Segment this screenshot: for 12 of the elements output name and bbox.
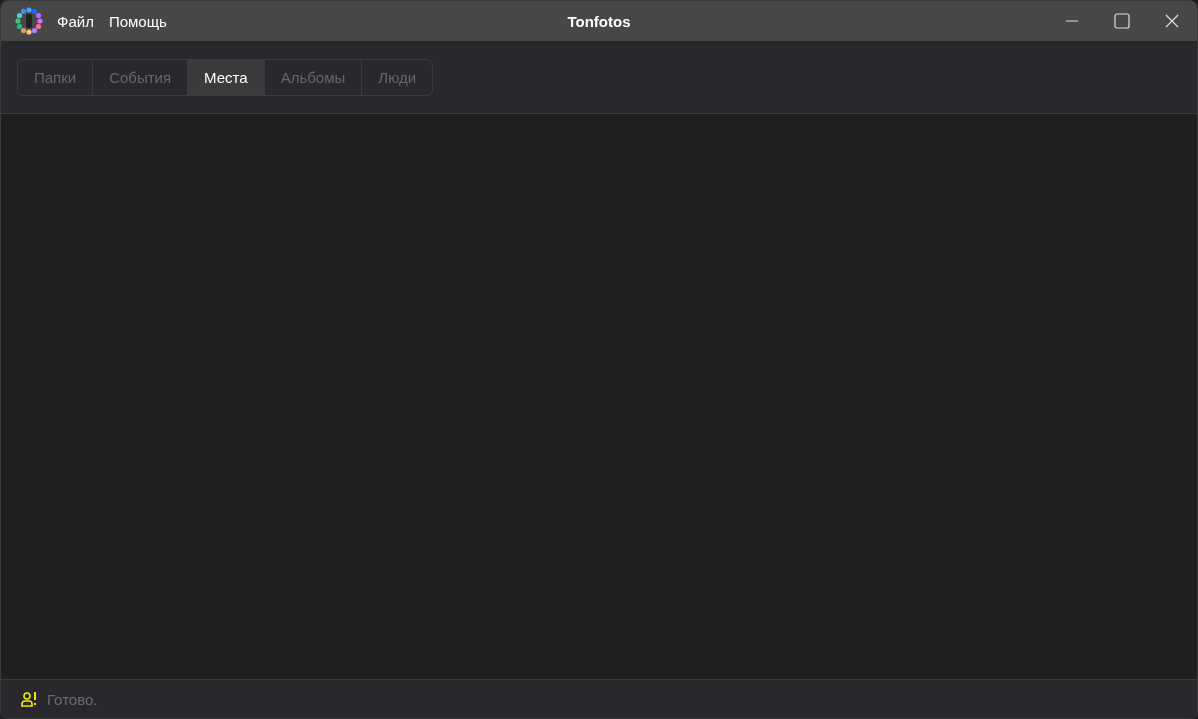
- window-title: Tonfotos: [567, 12, 631, 30]
- tab[interactable]: Места: [188, 59, 265, 95]
- close-icon: [1165, 14, 1179, 28]
- tab[interactable]: Альбомы: [264, 59, 363, 95]
- status-text: Готово.: [47, 690, 98, 708]
- app-logo-icon: [15, 7, 43, 35]
- menu-item[interactable]: Файл: [57, 12, 94, 30]
- menu-item[interactable]: Помощь: [108, 12, 167, 30]
- person-alert-icon: [21, 691, 37, 707]
- tab[interactable]: Папки: [18, 59, 94, 95]
- maximize-icon: [1114, 13, 1130, 29]
- tab[interactable]: Люди: [362, 59, 433, 95]
